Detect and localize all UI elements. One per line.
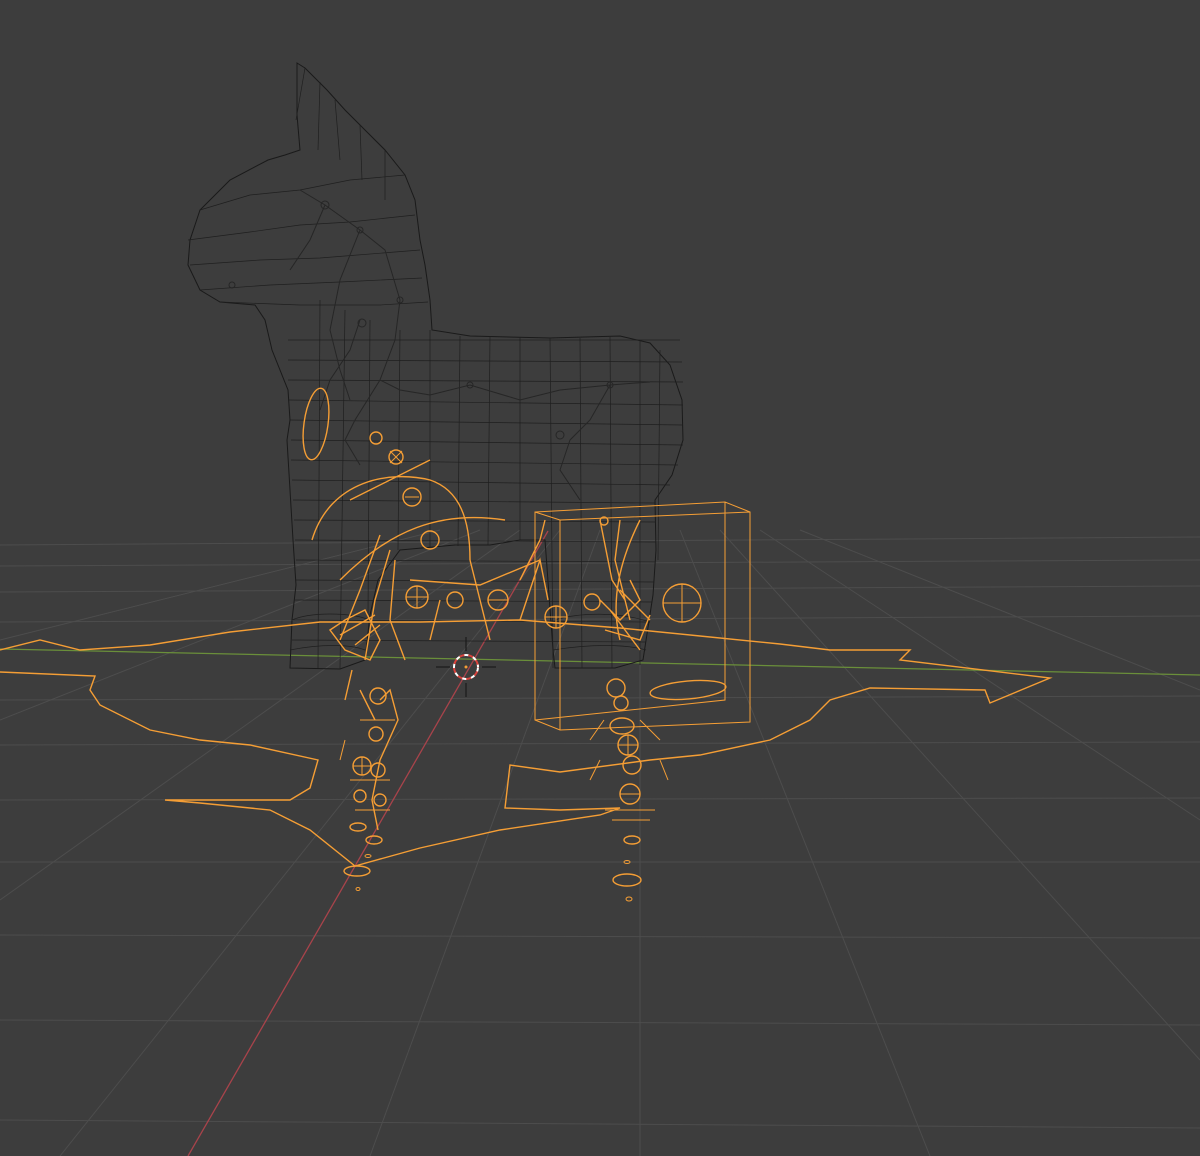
y-axis-line (0, 648, 1200, 676)
3d-cursor-icon[interactable] (436, 637, 496, 697)
llama-mesh[interactable] (187, 62, 684, 670)
rig-armature[interactable] (299, 387, 727, 902)
floor-grid (0, 529, 1200, 1156)
3d-viewport[interactable] (0, 0, 1200, 1156)
x-axis-line (187, 530, 549, 1156)
viewport-canvas[interactable] (0, 0, 1200, 1156)
inner-armature[interactable] (228, 189, 651, 501)
